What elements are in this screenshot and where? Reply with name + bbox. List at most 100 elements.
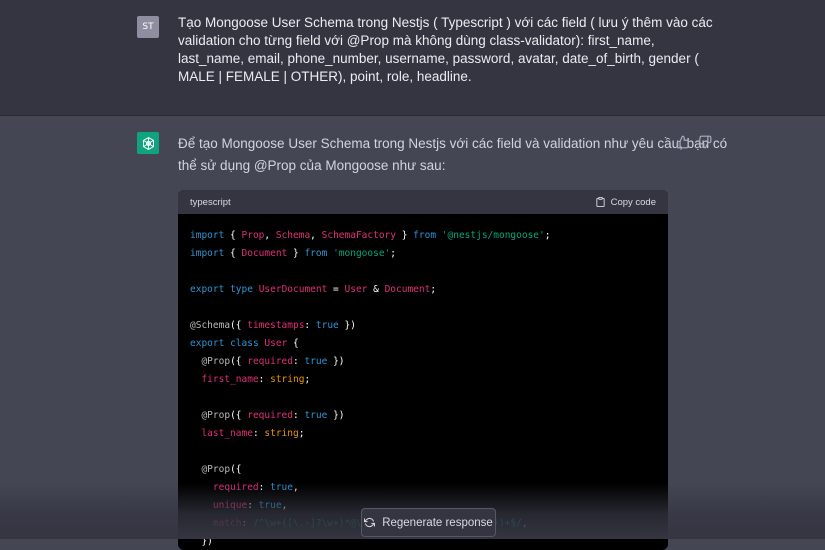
code-line: @Prop({ <box>190 461 656 479</box>
code-line: export type UserDocument = User & Docume… <box>190 281 656 299</box>
user-message-text: Tạo Mongoose User Schema trong Nestjs ( … <box>178 14 713 86</box>
code-token: }) <box>327 410 345 421</box>
code-token: string <box>270 374 305 385</box>
code-token: import <box>190 230 225 241</box>
code-line: import { Document } from 'mongoose'; <box>190 245 656 263</box>
code-token: ({ <box>230 410 248 421</box>
code-line: @Schema({ timestamps: true }) <box>190 317 656 335</box>
assistant-message-text: Để tạo Mongoose User Schema trong Nestjs… <box>178 133 728 177</box>
code-token: } <box>287 248 305 259</box>
code-line: last_name: string; <box>190 425 656 443</box>
code-line: @Prop({ required: true }) <box>190 353 656 371</box>
regenerate-response-button[interactable]: Regenerate response <box>361 508 496 537</box>
assistant-message-line: Để tạo Mongoose User Schema trong Nestjs… <box>178 136 728 151</box>
copy-code-button[interactable]: Copy code <box>595 196 656 208</box>
code-language-label: typescript <box>190 196 231 208</box>
code-token: = <box>327 284 345 295</box>
code-token: @Prop <box>201 356 231 367</box>
code-token: last_name <box>201 428 253 439</box>
code-token: Schema <box>275 230 311 241</box>
code-token: Document <box>384 284 431 295</box>
code-token: export <box>190 338 225 349</box>
code-token: : <box>252 428 265 439</box>
code-token: ; <box>544 230 551 241</box>
code-token: 'mongoose' <box>333 248 391 259</box>
code-token: , <box>264 230 276 241</box>
code-token: Document <box>241 248 288 259</box>
user-avatar: ST <box>137 16 159 38</box>
code-token: export <box>190 284 225 295</box>
code-token: ; <box>390 248 396 259</box>
code-token: UserDocument <box>258 284 328 295</box>
assistant-avatar <box>137 132 159 154</box>
code-token: @Prop <box>201 464 231 475</box>
code-token: }) <box>327 356 345 367</box>
code-token: ({ <box>230 356 248 367</box>
copy-code-label: Copy code <box>610 196 656 208</box>
code-token: } <box>395 230 414 241</box>
code-line: @Prop({ required: true }) <box>190 407 656 425</box>
code-token: : <box>304 320 316 331</box>
code-token: { <box>224 230 242 241</box>
code-token: first_name <box>201 374 259 385</box>
code-token: ({ <box>230 320 248 331</box>
code-token: { <box>287 338 299 349</box>
code-line: first_name: string; <box>190 371 656 389</box>
regenerate-label: Regenerate response <box>382 516 493 529</box>
clipboard-icon <box>595 196 605 208</box>
code-token: : <box>258 374 271 385</box>
openai-logo-icon <box>142 136 154 150</box>
code-token: true <box>304 410 328 421</box>
code-token: class <box>230 338 259 349</box>
user-message-line: last_name, email, phone_number, username… <box>178 51 699 66</box>
code-token: ({ <box>230 464 242 475</box>
code-line: export class User { <box>190 335 656 353</box>
code-token: : <box>293 356 305 367</box>
code-line: import { Prop, Schema, SchemaFactory } f… <box>190 227 656 245</box>
user-message-line: MALE | FEMALE | OTHER), point, role, hea… <box>178 69 472 84</box>
user-message-row: ST Tạo Mongoose User Schema trong Nestjs… <box>0 0 825 116</box>
code-token: { <box>224 248 242 259</box>
code-token: @Prop <box>201 410 231 421</box>
code-token: true <box>304 356 328 367</box>
thumbs-up-icon[interactable] <box>676 135 690 149</box>
code-token: @Schema <box>190 320 231 331</box>
code-token: string <box>264 428 299 439</box>
code-token: required <box>247 410 293 421</box>
code-token: true <box>315 320 339 331</box>
code-token: User <box>264 338 288 349</box>
code-block-header: typescript Copy code <box>178 190 668 214</box>
code-token: '@nestjs/mongoose' <box>441 230 545 241</box>
assistant-message-row: Để tạo Mongoose User Schema trong Nestjs… <box>0 116 825 550</box>
code-token: import <box>190 248 225 259</box>
assistant-message-line: thể sử dụng @Prop của Mongoose như sau: <box>178 158 446 173</box>
code-token: ; <box>298 428 305 439</box>
code-token: : <box>293 410 305 421</box>
code-token: timestamps <box>247 320 305 331</box>
code-token: , <box>310 230 322 241</box>
code-token: }) <box>338 320 356 331</box>
code-token: from <box>413 230 437 241</box>
user-message-line: Tạo Mongoose User Schema trong Nestjs ( … <box>178 15 713 30</box>
code-token: User <box>344 284 368 295</box>
code-token: Prop <box>241 230 265 241</box>
thumbs-down-icon[interactable] <box>698 135 712 149</box>
code-token: SchemaFactory <box>321 230 396 241</box>
code-token: ; <box>430 284 437 295</box>
code-token: required <box>247 356 293 367</box>
user-message-line: validation cho từng field với @Prop mà k… <box>178 33 655 48</box>
code-token: & <box>367 284 385 295</box>
code-token: ; <box>304 374 311 385</box>
code-token: from <box>304 248 328 259</box>
code-token: type <box>230 284 253 295</box>
refresh-icon <box>364 517 376 528</box>
